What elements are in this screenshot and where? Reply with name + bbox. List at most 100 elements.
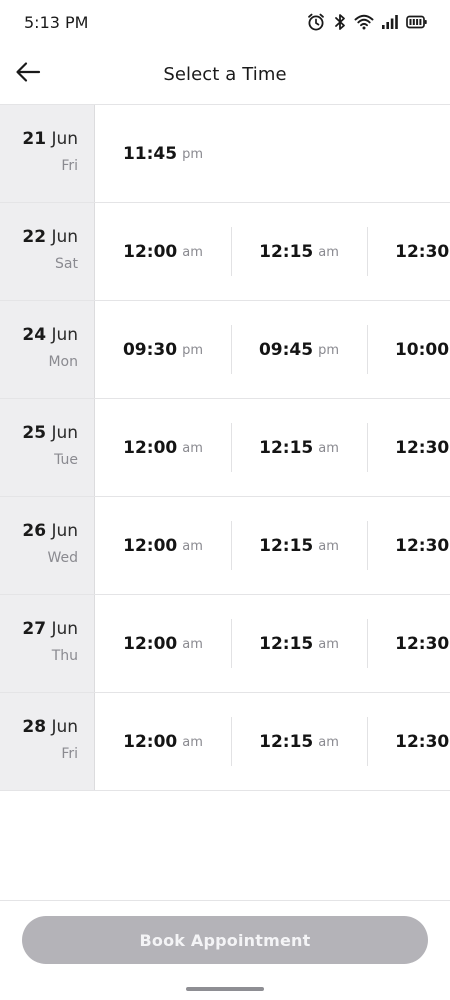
footer-divider [0, 900, 450, 901]
time-slot[interactable]: 12:15 am [231, 693, 367, 790]
app-screen: 5:13 PM Select a Time 21 Jun Fri 11:45 p… [0, 0, 450, 1000]
date-month: Jun [51, 325, 78, 345]
slot-period: am [318, 245, 339, 260]
time-slot[interactable]: 12:15 am [231, 595, 367, 692]
date-month: Jun [51, 619, 78, 639]
slot-time: 12:00 [123, 437, 178, 458]
date-weekday: Tue [54, 452, 78, 468]
time-slot[interactable]: 12:00 am [95, 693, 231, 790]
time-slot[interactable]: 12:30am [367, 693, 450, 790]
date-label: 26 Jun [0, 519, 78, 543]
page-title: Select a Time [163, 63, 287, 85]
time-slot[interactable]: 12:00 am [95, 595, 231, 692]
book-appointment-button[interactable]: Book Appointment [22, 916, 428, 964]
date-month: Jun [51, 227, 78, 247]
day-row: 21 Jun Fri 11:45 pm [0, 105, 450, 203]
slot-period: am [318, 637, 339, 652]
date-cell: 28 Jun Fri [0, 693, 95, 790]
time-slot[interactable]: 09:30 pm [95, 301, 231, 398]
time-slot[interactable]: 12:30am [367, 203, 450, 300]
slot-time: 10:00 [394, 339, 450, 360]
time-slot[interactable]: 12:30am [367, 399, 450, 496]
slot-time: 12:00 [123, 241, 178, 262]
slot-time: 12:15 [259, 535, 314, 556]
back-button[interactable] [8, 54, 48, 94]
status-bar: 5:13 PM [0, 0, 450, 44]
date-cell: 27 Jun Thu [0, 595, 95, 692]
slot-time: 12:00 [123, 731, 178, 752]
time-slot[interactable]: 11:45 pm [95, 105, 231, 202]
date-label: 21 Jun [0, 127, 78, 151]
wifi-icon [354, 13, 374, 31]
slot-time: 12:15 [259, 633, 314, 654]
time-slot[interactable]: 12:30am [367, 595, 450, 692]
date-month: Jun [51, 423, 78, 443]
battery-icon [406, 15, 428, 29]
day-row: 28 Jun Fri 12:00 am 12:15 am 12:30am [0, 693, 450, 791]
date-day: 24 [22, 325, 47, 345]
slot-period: am [182, 441, 203, 456]
date-weekday: Thu [51, 648, 78, 664]
date-weekday: Fri [61, 158, 78, 174]
slot-time: 12:15 [259, 241, 314, 262]
slot-period: am [318, 441, 339, 456]
time-slot[interactable]: 12:00 am [95, 203, 231, 300]
slot-period: am [318, 735, 339, 750]
date-weekday: Fri [61, 746, 78, 762]
time-slot[interactable]: 12:00 am [95, 497, 231, 594]
time-slot[interactable]: 09:45 pm [231, 301, 367, 398]
slot-period: pm [318, 343, 340, 358]
arrow-left-icon [14, 58, 42, 90]
time-slot[interactable]: 12:15 am [231, 203, 367, 300]
time-slots: 12:00 am 12:15 am 12:30am [95, 693, 450, 790]
slot-time: 12:30 [395, 241, 450, 262]
slot-time: 12:15 [259, 731, 314, 752]
slot-period: pm [182, 147, 204, 162]
date-cell: 21 Jun Fri [0, 105, 95, 202]
date-month: Jun [51, 717, 78, 737]
date-day: 25 [22, 423, 47, 443]
slot-period: am [182, 245, 203, 260]
date-label: 24 Jun [0, 323, 78, 347]
slot-period: am [182, 735, 203, 750]
time-slots: 12:00 am 12:15 am 12:30am [95, 203, 450, 300]
slot-time: 11:45 [122, 143, 178, 164]
time-slot[interactable]: 10:00pm [367, 301, 450, 398]
time-slot[interactable]: 12:15 am [231, 399, 367, 496]
date-label: 27 Jun [0, 617, 78, 641]
date-day: 27 [22, 619, 47, 639]
date-day: 28 [22, 717, 47, 737]
time-slot[interactable]: 12:30am [367, 497, 450, 594]
time-slots: 12:00 am 12:15 am 12:30am [95, 595, 450, 692]
time-slots: 11:45 pm [95, 105, 450, 202]
date-label: 28 Jun [0, 715, 78, 739]
slot-time: 12:00 [123, 633, 178, 654]
schedule-list: 21 Jun Fri 11:45 pm 22 Jun Sat 12:00 am 12:15 am 1… [0, 104, 450, 791]
bluetooth-icon [333, 12, 347, 32]
date-day: 22 [22, 227, 47, 247]
time-slot[interactable]: 12:00 am [95, 399, 231, 496]
day-row: 26 Jun Wed 12:00 am 12:15 am 12:30am [0, 497, 450, 595]
date-cell: 22 Jun Sat [0, 203, 95, 300]
time-slots: 12:00 am 12:15 am 12:30am [95, 497, 450, 594]
slot-period: pm [182, 343, 204, 358]
day-row: 27 Jun Thu 12:00 am 12:15 am 12:30am [0, 595, 450, 693]
date-weekday: Sat [55, 256, 78, 272]
slot-period: am [318, 539, 339, 554]
time-slots: 12:00 am 12:15 am 12:30am [95, 399, 450, 496]
slot-time: 12:30 [395, 633, 450, 654]
slot-time: 09:45 [258, 339, 314, 360]
day-row: 25 Jun Tue 12:00 am 12:15 am 12:30am [0, 399, 450, 497]
date-cell: 26 Jun Wed [0, 497, 95, 594]
signal-icon [381, 14, 399, 30]
date-weekday: Mon [48, 354, 78, 370]
home-indicator [186, 987, 264, 991]
slot-period: am [182, 637, 203, 652]
date-month: Jun [51, 129, 78, 149]
slot-time: 12:30 [395, 731, 450, 752]
date-weekday: Wed [47, 550, 78, 566]
slot-time: 12:30 [395, 437, 450, 458]
time-slot[interactable]: 12:15 am [231, 497, 367, 594]
slot-time: 12:30 [395, 535, 450, 556]
time-slots: 09:30 pm 09:45 pm 10:00pm [95, 301, 450, 398]
